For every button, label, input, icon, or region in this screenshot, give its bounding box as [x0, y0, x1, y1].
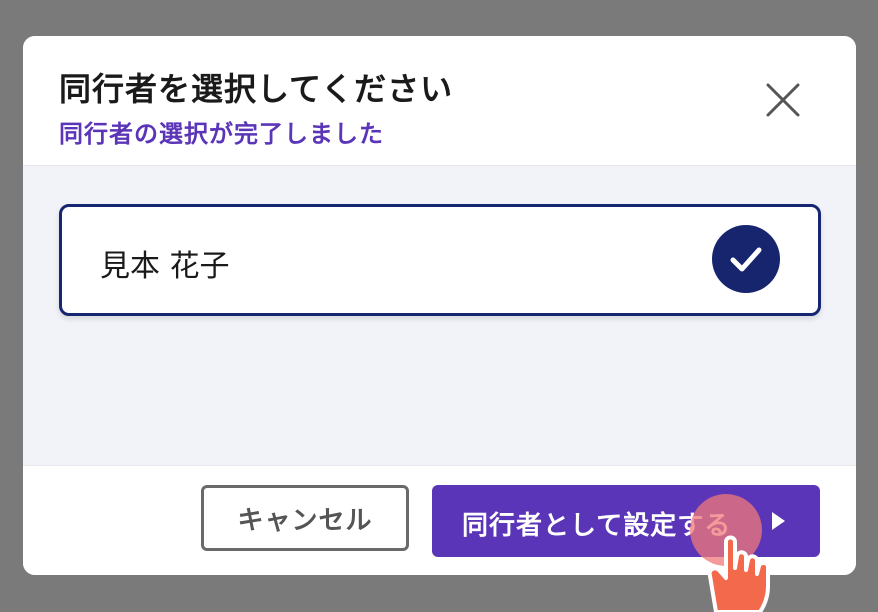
dialog-header: 同行者を選択してください 同行者の選択が完了しました — [23, 36, 856, 166]
set-as-companion-button[interactable]: 同行者として設定する — [432, 485, 820, 557]
dialog-body: 見本 花子 — [23, 166, 856, 465]
set-as-companion-label: 同行者として設定する — [462, 511, 732, 541]
dialog-footer: キャンセル 同行者として設定する — [23, 465, 856, 575]
selected-check-badge — [712, 225, 780, 293]
close-icon — [766, 83, 800, 117]
checkmark-icon — [730, 247, 762, 272]
companion-card[interactable]: 見本 花子 — [59, 204, 821, 316]
companion-select-dialog: 同行者を選択してください 同行者の選択が完了しました 見本 花子 キャンセル 同… — [23, 36, 856, 575]
play-icon — [772, 512, 785, 530]
dialog-title: 同行者を選択してください — [59, 70, 454, 108]
dialog-subtitle: 同行者の選択が完了しました — [59, 120, 384, 148]
companion-name: 見本 花子 — [100, 249, 230, 284]
cancel-button[interactable]: キャンセル — [201, 485, 409, 551]
close-button[interactable] — [763, 80, 803, 120]
